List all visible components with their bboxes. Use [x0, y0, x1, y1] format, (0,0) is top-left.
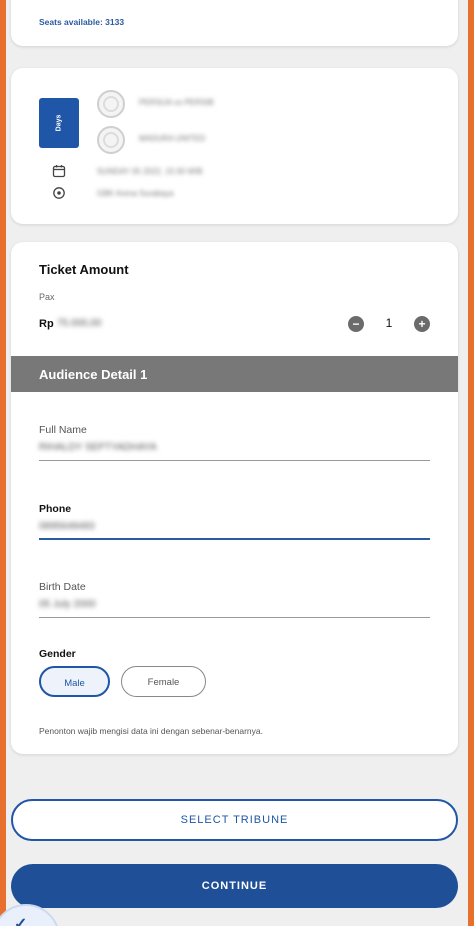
full-name-label: Full Name [39, 424, 87, 436]
app-screen: Seats available: 3133 Days PERSIJA vs PE… [0, 0, 474, 926]
frame-left-edge [0, 0, 6, 926]
ticket-card: Ticket Amount Pax Rp 75.000,00 − 1 + Aud… [11, 242, 458, 754]
gender-label: Gender [39, 648, 76, 660]
audience-section-header: Audience Detail 1 [11, 356, 458, 392]
location-icon [53, 187, 65, 199]
away-team-logo-icon [97, 126, 125, 154]
quantity-value: 1 [385, 316, 393, 330]
increment-quantity-button[interactable]: + [414, 316, 430, 332]
home-team-logo-icon [97, 90, 125, 118]
date-badge: Days [39, 98, 79, 148]
event-venue: GBK Arena Surabaya [97, 189, 174, 198]
seats-card: Seats available: 3133 [11, 0, 458, 46]
event-datetime: SUNDAY 05 2022, 15:30 WIB [97, 167, 203, 176]
audience-section-title: Audience Detail 1 [39, 367, 148, 382]
away-team-name: MADURA UNITED [139, 134, 206, 143]
chat-bubble-icon: ✓ [14, 916, 28, 926]
birth-date-underline [39, 617, 430, 618]
gender-female-button[interactable]: Female [121, 666, 206, 697]
select-tribune-button[interactable]: SELECT TRIBUNE [11, 799, 458, 841]
date-badge-label: Days [55, 114, 63, 132]
full-name-field[interactable]: RIHALDY SEPTYADHAYA [39, 442, 157, 453]
ticket-amount-title: Ticket Amount [39, 262, 129, 277]
price-prefix: Rp [39, 318, 54, 330]
price-value: 75.000,00 [57, 318, 102, 329]
event-card: Days PERSIJA vs PERSIB MADURA UNITED SUN… [11, 68, 458, 224]
seats-available-text: Seats available: 3133 [39, 17, 125, 27]
pax-label: Pax [39, 292, 55, 302]
phone-underline [39, 538, 430, 540]
phone-label: Phone [39, 503, 72, 515]
home-team-name: PERSIJA vs PERSIB [139, 98, 214, 107]
birth-date-field[interactable]: 05 July 2000 [39, 599, 96, 610]
frame-right-edge [468, 0, 474, 926]
calendar-icon [52, 165, 66, 178]
continue-button[interactable]: CONTINUE [11, 864, 458, 908]
gender-male-button[interactable]: Male [39, 666, 110, 697]
phone-field[interactable]: 0895648483 [39, 521, 95, 532]
decrement-quantity-button[interactable]: − [348, 316, 364, 332]
birth-date-label: Birth Date [39, 581, 86, 593]
data-accuracy-note: Penonton wajib mengisi data ini dengan s… [39, 726, 263, 736]
full-name-underline [39, 460, 430, 461]
